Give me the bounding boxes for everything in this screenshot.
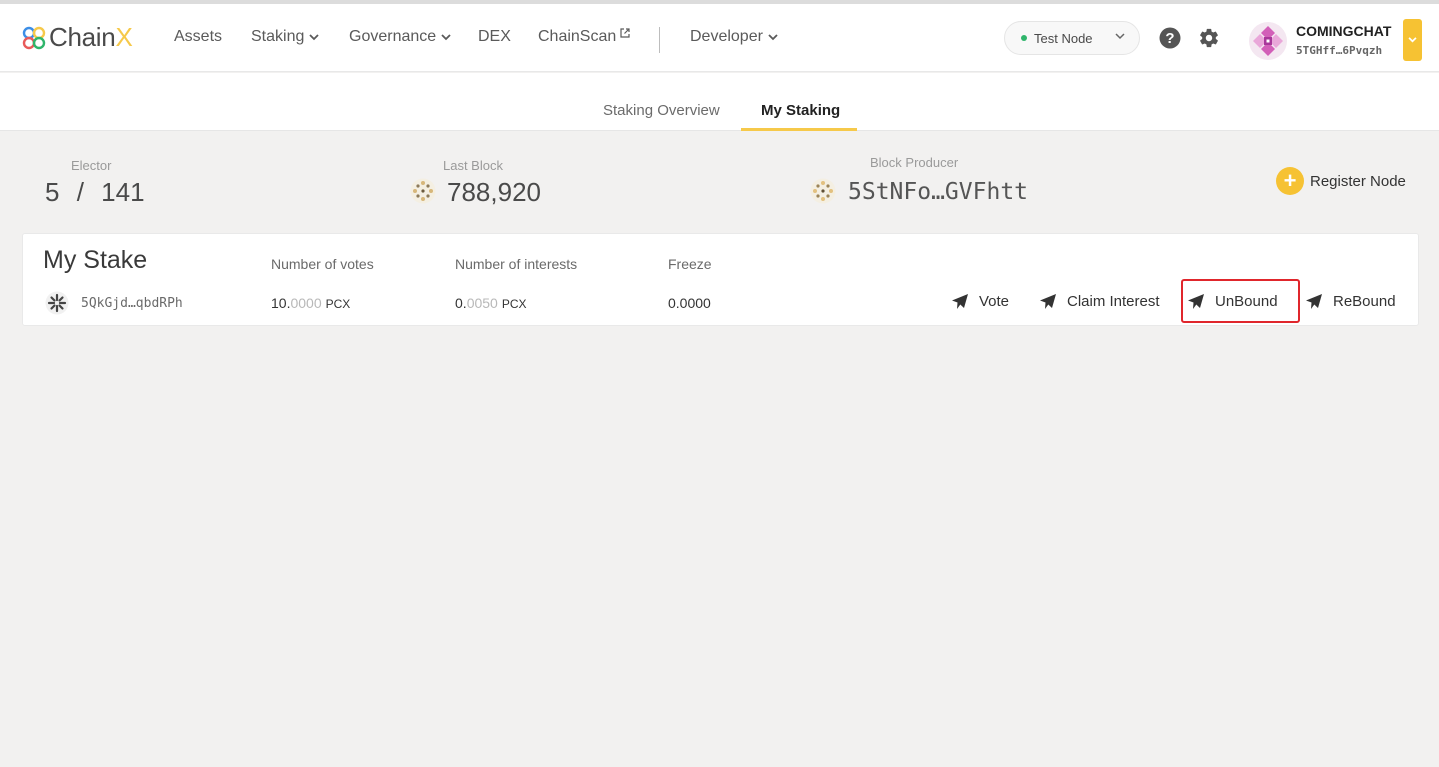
claim-interest-button[interactable]: Claim Interest (1040, 293, 1160, 310)
chainx-logo[interactable]: ChainX (22, 22, 133, 53)
last-block-label: Last Block (443, 158, 503, 173)
chainx-logo-icon (22, 26, 46, 49)
my-stake-title: My Stake (43, 246, 148, 274)
chevron-down-icon (1115, 33, 1125, 40)
block-producer-label: Block Producer (870, 155, 959, 170)
rebound-button[interactable]: ReBound (1306, 293, 1396, 310)
nav-assets[interactable]: Assets (174, 28, 222, 46)
votes-unit: PCX (325, 297, 351, 311)
nav-chainscan-label: ChainScan (538, 28, 617, 45)
votes-value: 10.0000 PCX (271, 295, 350, 311)
unbound-label: UnBound (1215, 293, 1278, 310)
freeze-column-header: Freeze (668, 256, 712, 272)
send-icon (1188, 294, 1204, 309)
freeze-value: 0.0000 (668, 295, 711, 311)
identicon (1249, 22, 1287, 60)
active-tab-indicator (741, 128, 857, 131)
nav-staking-label: Staking (251, 28, 305, 45)
nav-staking[interactable]: Staking (251, 28, 320, 46)
nav-assets-label: Assets (174, 28, 223, 45)
external-link-icon (620, 28, 630, 38)
elector-current: 5 (45, 177, 60, 207)
vote-button[interactable]: Vote (952, 293, 1009, 310)
block-producer-value[interactable]: 5StNFo…GVFhtt (848, 179, 1028, 205)
chevron-down-icon (768, 33, 778, 40)
account-menu-toggle[interactable] (1403, 19, 1422, 61)
nav-dex[interactable]: DEX (478, 28, 511, 46)
top-navbar: ChainX Assets Staking Governance DEX Cha… (0, 4, 1439, 72)
nav-dex-label: DEX (478, 28, 511, 45)
votes-column-header: Number of votes (271, 256, 374, 272)
rebound-label: ReBound (1333, 293, 1396, 310)
nav-governance[interactable]: Governance (349, 28, 451, 46)
send-icon (952, 294, 968, 309)
svg-text:?: ? (1165, 30, 1174, 47)
node-label: Test Node (1034, 30, 1093, 46)
chevron-down-icon (441, 33, 451, 40)
elector-value: 5 / 141 (45, 177, 145, 208)
register-node-label: Register Node (1310, 172, 1406, 190)
nav-divider (659, 27, 660, 53)
chevron-down-icon (1408, 37, 1417, 43)
elector-separator: / (76, 177, 84, 207)
vote-label: Vote (979, 293, 1010, 310)
my-stake-card: My Stake Number of votes Number of inter… (22, 233, 1419, 326)
send-icon (1306, 294, 1322, 309)
tab-my-staking[interactable]: My Staking (761, 102, 840, 119)
brand-name: ChainX (49, 22, 133, 52)
send-icon (1040, 294, 1056, 309)
last-block-value: 788,920 (447, 177, 541, 207)
interests-decimal: 0050 (466, 295, 498, 311)
account-address: 5TGHff…6Pvqzh (1296, 44, 1383, 57)
plus-icon: + (1276, 167, 1304, 195)
interests-value: 0.0050 PCX (455, 295, 527, 311)
nav-governance-label: Governance (349, 28, 437, 45)
gear-icon[interactable] (1198, 27, 1220, 49)
help-icon[interactable]: ? (1159, 27, 1181, 49)
claim-interest-label: Claim Interest (1067, 293, 1160, 310)
account-name: COMINGCHAT (1296, 23, 1392, 39)
interests-column-header: Number of interests (455, 256, 578, 272)
node-address[interactable]: 5QkGjd…qbdRPh (81, 296, 183, 311)
unbound-button[interactable]: UnBound (1188, 293, 1278, 310)
block-identicon (410, 178, 436, 204)
node-identicon (45, 291, 69, 315)
elector-label: Elector (71, 158, 112, 173)
chevron-down-icon (309, 33, 320, 40)
producer-identicon (810, 178, 836, 204)
staking-tabs: Staking Overview My Staking (0, 73, 1439, 131)
tab-staking-overview[interactable]: Staking Overview (603, 102, 720, 119)
interests-unit: PCX (501, 297, 527, 311)
nav-chainscan[interactable]: ChainScan (538, 28, 630, 46)
nav-developer-label: Developer (690, 28, 763, 45)
account-avatar[interactable] (1249, 22, 1287, 60)
nav-developer[interactable]: Developer (690, 28, 778, 46)
votes-integer: 10. (271, 295, 291, 311)
register-node-button[interactable]: + Register Node (1276, 167, 1406, 195)
elector-total: 141 (101, 177, 145, 207)
node-selector[interactable]: Test Node (1004, 21, 1140, 55)
interests-integer: 0. (455, 295, 467, 311)
node-status-dot (1021, 35, 1027, 41)
votes-decimal: 0000 (290, 295, 322, 311)
